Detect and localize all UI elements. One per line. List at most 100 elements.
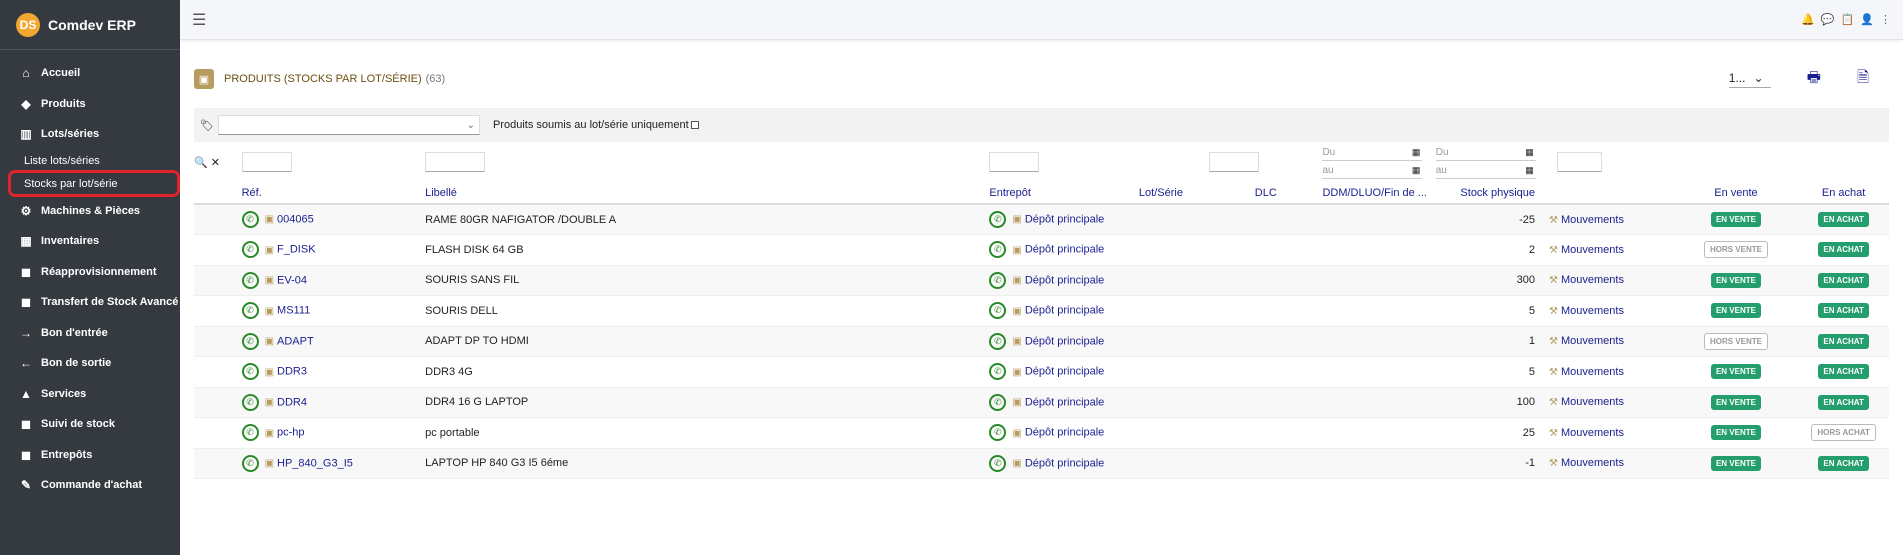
col-on-buy[interactable]: En achat [1798, 182, 1889, 205]
label-filter-input[interactable] [425, 152, 486, 172]
more-icon[interactable]: ⋮ [1880, 13, 1891, 26]
whatsapp-icon[interactable]: ✆ [989, 332, 1007, 350]
sidebar-item-cogs[interactable]: ⚙ Machines & Pièces [0, 196, 180, 227]
col-dlc[interactable]: DLC [1209, 182, 1323, 205]
product-ref-link[interactable]: DDR4 [277, 396, 307, 408]
only-lot-filter[interactable]: Produits soumis au lot/série uniquement [493, 119, 699, 131]
whatsapp-icon[interactable]: ✆ [989, 211, 1007, 228]
sale-status-badge[interactable]: EN VENTE [1710, 364, 1761, 380]
sale-status-badge[interactable]: HORS VENTE [1703, 332, 1768, 350]
sidebar-item-barcode[interactable]: ▥ Lots/séries [0, 119, 180, 150]
sidebar-item-arrow-right[interactable]: → Bon d'entrée [0, 318, 180, 349]
search-icon[interactable]: 🔍 [194, 157, 208, 169]
col-label[interactable]: Libellé [425, 182, 990, 205]
print-icon[interactable]: 🖶 [1807, 67, 1821, 92]
product-ref-link[interactable]: F_DISK [277, 244, 316, 256]
bell-icon[interactable]: 🔔 [1801, 13, 1815, 26]
warehouse-link[interactable]: Dépôt principale [1025, 274, 1105, 286]
calendar-icon[interactable]: ▦ [1412, 147, 1421, 158]
brand[interactable]: DS Comdev ERP [0, 0, 180, 50]
movements-link[interactable]: Mouvements [1561, 457, 1624, 469]
whatsapp-icon[interactable]: ✆ [989, 393, 1007, 411]
whatsapp-icon[interactable]: ✆ [241, 454, 259, 472]
whatsapp-icon[interactable]: ✆ [989, 424, 1007, 442]
calendar-icon[interactable]: ▦ [1525, 165, 1534, 176]
movements-link[interactable]: Mouvements [1561, 274, 1624, 286]
sale-status-badge[interactable]: EN VENTE [1710, 425, 1761, 441]
col-stock[interactable]: Stock physique [1435, 182, 1550, 205]
product-ref-link[interactable]: ADAPT [277, 335, 314, 347]
sidebar-subitem-liste-lots[interactable]: Liste lots/séries [0, 150, 180, 173]
whatsapp-icon[interactable]: ✆ [989, 302, 1007, 320]
calendar-icon[interactable]: ▦ [1412, 165, 1421, 176]
warehouse-link[interactable]: Dépôt principale [1025, 427, 1105, 439]
sidebar-subitem-stocks-par-lot[interactable]: Stocks par lot/série [0, 173, 180, 196]
warehouse-link[interactable]: Dépôt principale [1025, 213, 1105, 225]
movements-link[interactable]: Mouvements [1561, 335, 1624, 347]
whatsapp-icon[interactable]: ✆ [241, 393, 259, 411]
warehouse-link[interactable]: Dépôt principale [1025, 457, 1105, 469]
col-on-sale[interactable]: En vente [1673, 182, 1799, 205]
clipboard-icon[interactable]: 📋 [1841, 13, 1855, 26]
whatsapp-icon[interactable]: ✆ [989, 363, 1007, 381]
lot-filter-input[interactable] [1209, 152, 1260, 172]
sale-status-badge[interactable]: HORS VENTE [1703, 241, 1768, 259]
warehouse-link[interactable]: Dépôt principale [1025, 305, 1105, 317]
ddm-to-input[interactable]: au ▦ [1435, 163, 1536, 179]
ddm-from-input[interactable]: Du ▦ [1435, 145, 1536, 161]
warehouse-filter-input[interactable] [989, 152, 1040, 172]
warehouse-link[interactable]: Dépôt principale [1025, 396, 1105, 408]
sidebar-item-warehouse[interactable]: ◼ Entrepôts [0, 440, 180, 471]
sale-status-badge[interactable]: EN VENTE [1710, 272, 1761, 288]
product-ref-link[interactable]: DDR3 [277, 366, 307, 378]
sidebar-item-boxes[interactable]: ▦ Inventaires [0, 226, 180, 257]
category-select[interactable]: ⌄ [217, 115, 480, 135]
buy-status-badge[interactable]: EN ACHAT [1818, 242, 1869, 258]
dlc-from-input[interactable]: Du ▦ [1322, 145, 1423, 161]
whatsapp-icon[interactable]: ✆ [241, 363, 259, 381]
whatsapp-icon[interactable]: ✆ [989, 454, 1007, 472]
warehouse-link[interactable]: Dépôt principale [1025, 335, 1105, 347]
chat-icon[interactable]: 💬 [1821, 13, 1835, 26]
col-ddm[interactable]: DDM/DLUO/Fin de ... [1322, 182, 1436, 205]
movements-link[interactable]: Mouvements [1561, 427, 1624, 439]
sidebar-item-services[interactable]: ▲ Services [0, 379, 180, 410]
product-ref-link[interactable]: MS111 [277, 305, 310, 317]
ref-filter-input[interactable] [241, 152, 292, 172]
clear-filter-icon[interactable]: ✕ [211, 157, 220, 169]
user-avatar-icon[interactable]: 👤 [1860, 13, 1874, 26]
col-ref[interactable]: Réf. [241, 182, 426, 205]
movements-link[interactable]: Mouvements [1561, 366, 1624, 378]
product-ref-link[interactable]: 004065 [277, 213, 314, 225]
whatsapp-icon[interactable]: ✆ [241, 332, 259, 350]
whatsapp-icon[interactable]: ✆ [989, 241, 1007, 259]
sidebar-item-arrow-left[interactable]: ← Bon de sortie [0, 348, 180, 379]
buy-status-badge[interactable]: HORS ACHAT [1811, 424, 1876, 442]
whatsapp-icon[interactable]: ✆ [989, 271, 1007, 289]
sale-status-badge[interactable]: EN VENTE [1710, 394, 1761, 410]
sidebar-item-home[interactable]: ⌂ Accueil [0, 58, 180, 89]
only-lot-checkbox[interactable] [690, 121, 699, 129]
col-lot[interactable]: Lot/Série [1138, 182, 1210, 205]
buy-status-badge[interactable]: EN ACHAT [1818, 333, 1869, 349]
excel-export-icon[interactable]: 🗎 [1857, 67, 1869, 92]
buy-status-badge[interactable]: EN ACHAT [1818, 303, 1869, 319]
sale-status-badge[interactable]: EN VENTE [1710, 455, 1761, 471]
stock-filter-input[interactable] [1557, 152, 1603, 172]
buy-status-badge[interactable]: EN ACHAT [1818, 272, 1869, 288]
sidebar-item-stock[interactable]: ◼ Suivi de stock [0, 409, 180, 440]
sidebar-item-cube[interactable]: ◆ Produits [0, 89, 180, 120]
whatsapp-icon[interactable]: ✆ [241, 424, 259, 442]
product-ref-link[interactable]: HP_840_G3_I5 [277, 457, 353, 469]
warehouse-link[interactable]: Dépôt principale [1025, 244, 1105, 256]
product-ref-link[interactable]: pc-hp [277, 427, 305, 439]
calendar-icon[interactable]: ▦ [1525, 147, 1534, 158]
sale-status-badge[interactable]: EN VENTE [1710, 212, 1761, 227]
buy-status-badge[interactable]: EN ACHAT [1818, 394, 1869, 410]
sidebar-item-transfer[interactable]: ◼ Transfert de Stock Avancé [0, 287, 180, 318]
menu-toggle-icon[interactable]: ☰ [192, 10, 206, 30]
movements-link[interactable]: Mouvements [1561, 214, 1624, 226]
col-warehouse[interactable]: Entrepôt [989, 182, 1139, 205]
warehouse-link[interactable]: Dépôt principale [1025, 366, 1105, 378]
buy-status-badge[interactable]: EN ACHAT [1818, 455, 1869, 471]
